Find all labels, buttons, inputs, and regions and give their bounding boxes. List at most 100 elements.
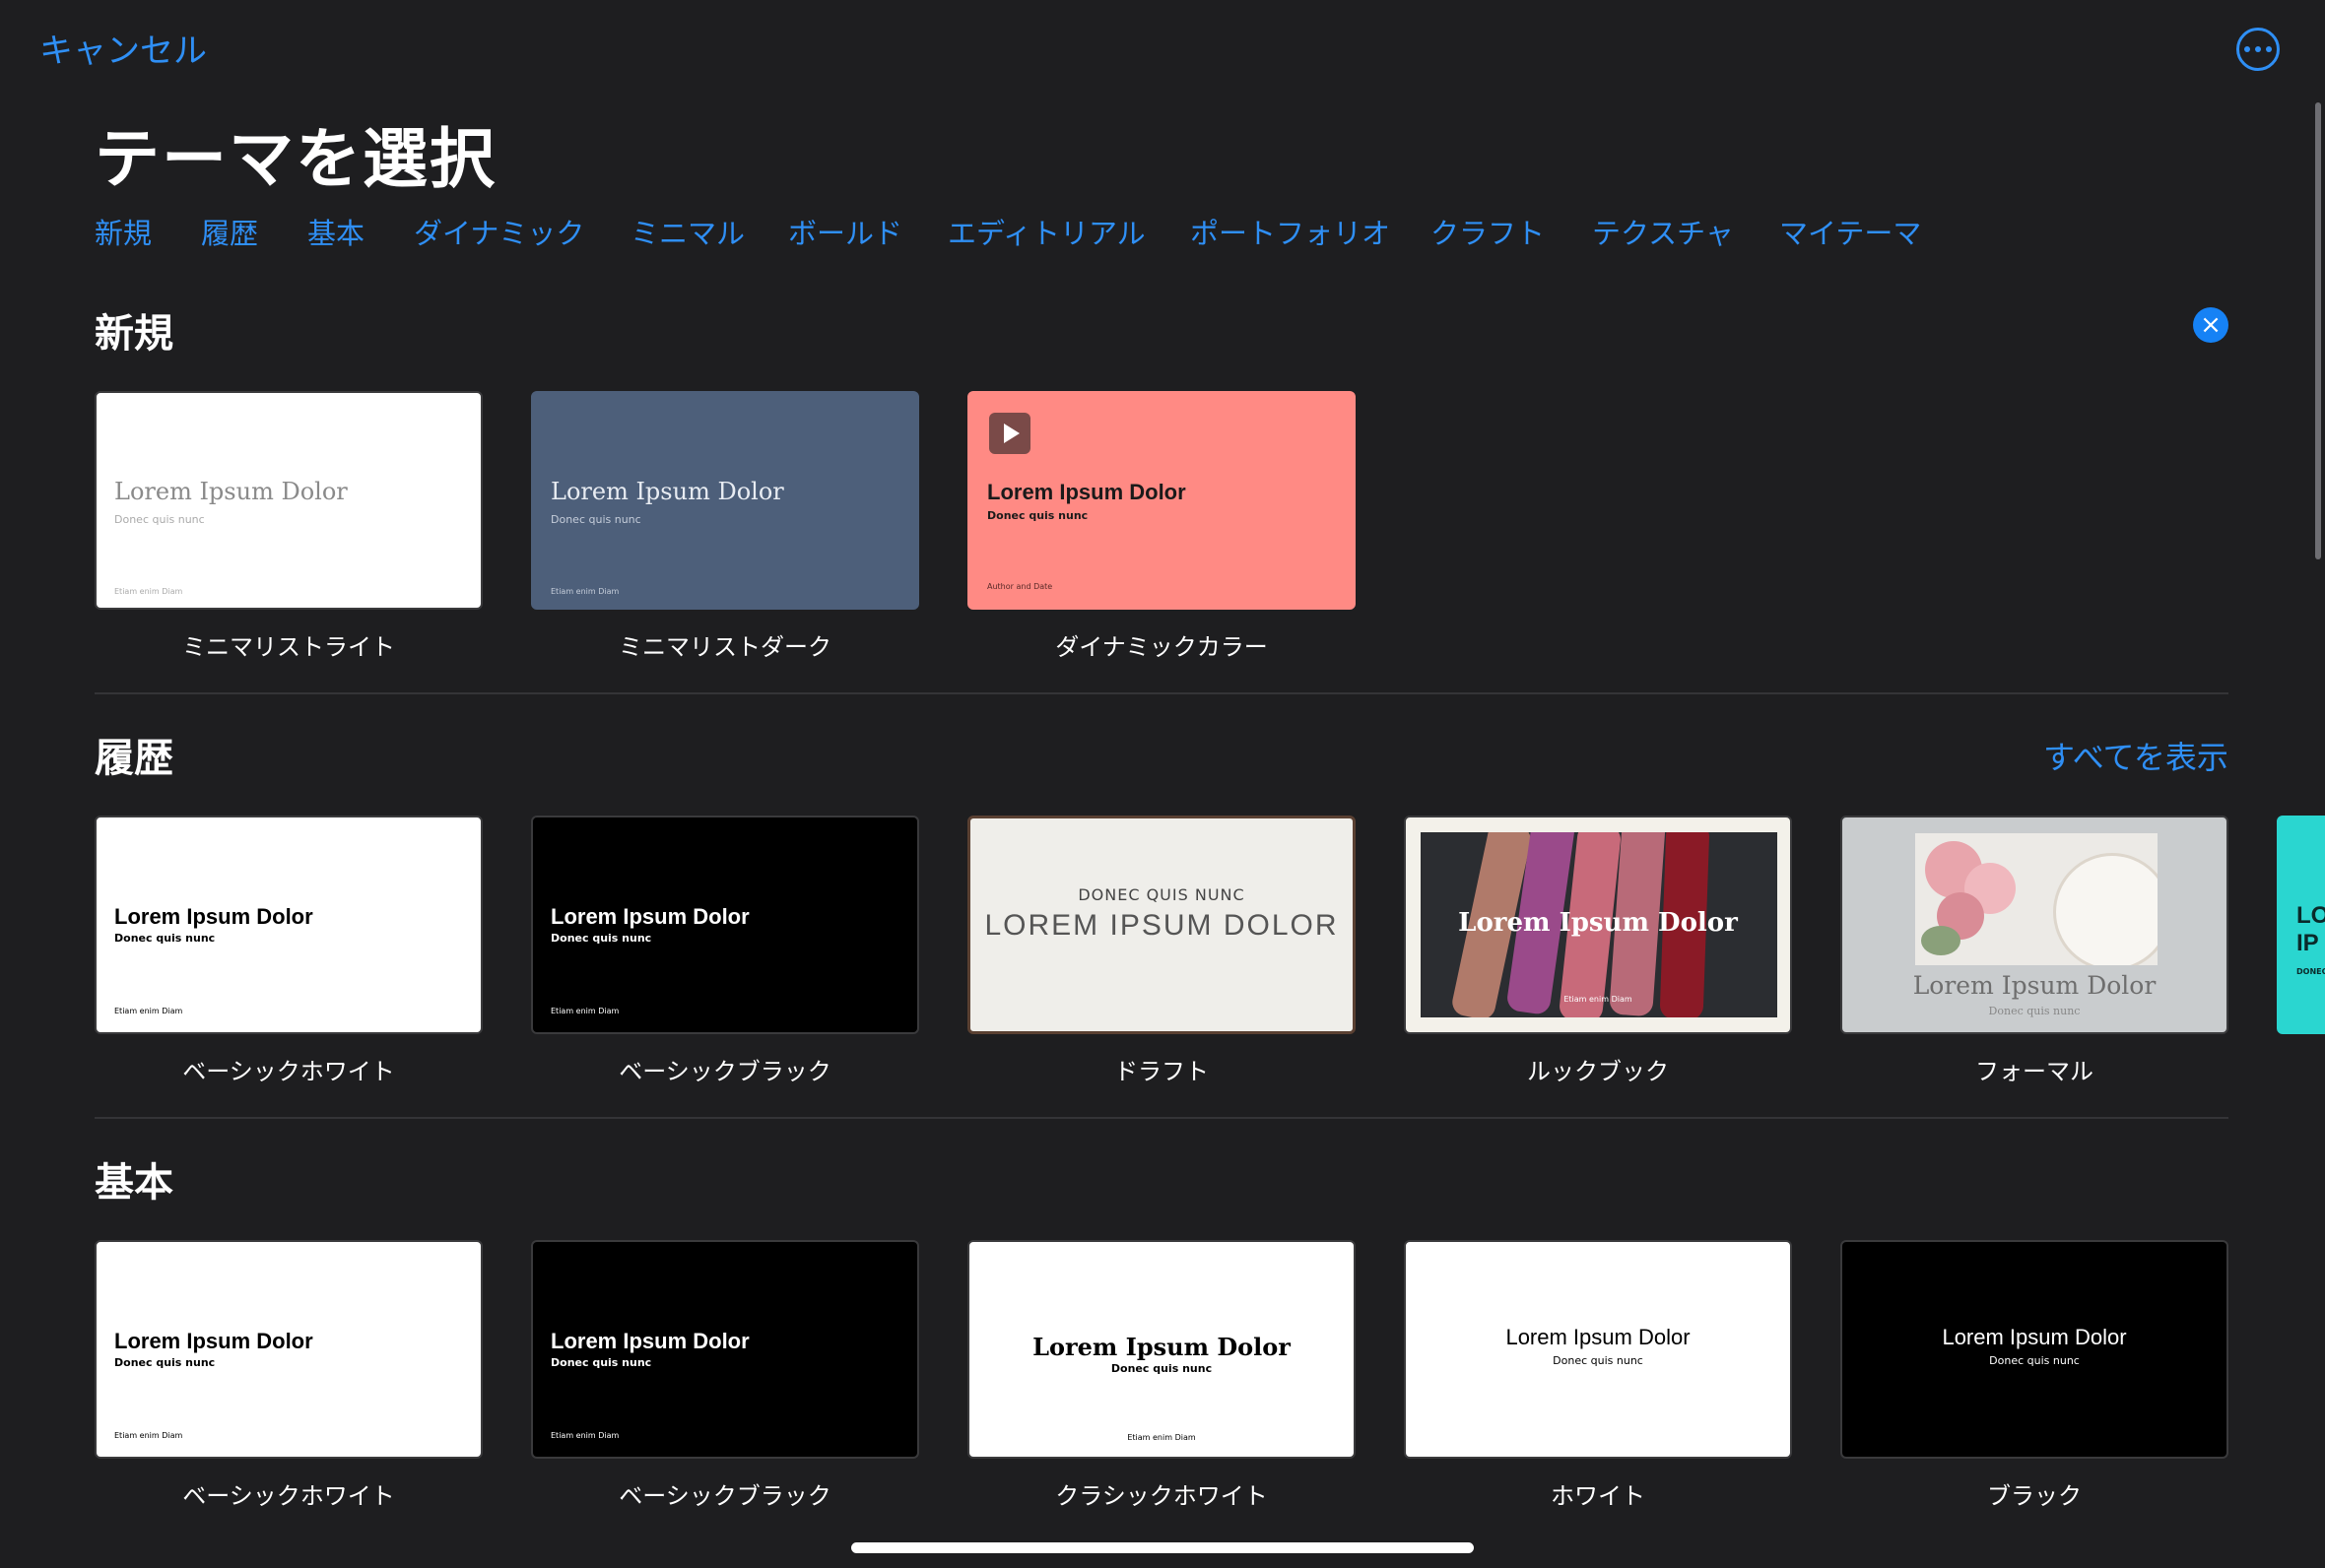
- theme-card-dynamic-color[interactable]: Lorem Ipsum Dolor Donec quis nunc Author…: [967, 391, 1356, 661]
- theme-thumbnail: Lorem Ipsum Dolor Donec quis nunc: [1840, 816, 2228, 1034]
- theme-card-draft[interactable]: DONEC QUIS NUNC LOREM IPSUM DOLOR ドラフト: [967, 816, 1356, 1085]
- theme-name: ドラフト: [1114, 1058, 1209, 1085]
- thumb-title: Lorem Ipsum Dolor: [1942, 1325, 2127, 1349]
- section-divider: [95, 692, 2228, 694]
- theme-name: ブラック: [1987, 1482, 2082, 1510]
- thumb-title: Lorem Ipsum Dolor: [987, 480, 1186, 504]
- theme-thumbnail: Lorem Ipsum Dolor Donec quis nunc: [1404, 1240, 1792, 1459]
- theme-card-white[interactable]: Lorem Ipsum Dolor Donec quis nunc ホワイト: [1404, 1240, 1792, 1510]
- tab-dynamic[interactable]: ダイナミック: [414, 211, 584, 252]
- thumb-title: Lorem Ipsum Dolor: [551, 478, 784, 505]
- theme-card-formal[interactable]: Lorem Ipsum Dolor Donec quis nunc フォーマル: [1840, 816, 2228, 1085]
- theme-name: フォーマル: [1975, 1058, 2093, 1085]
- thumb-footer: Etiam enim Diam: [551, 1007, 620, 1015]
- tab-basic[interactable]: 基本: [307, 211, 365, 252]
- home-indicator[interactable]: [851, 1542, 1474, 1553]
- section-divider: [95, 1117, 2228, 1119]
- scrollbar[interactable]: [2315, 102, 2321, 559]
- tab-new[interactable]: 新規: [95, 211, 152, 252]
- thumb-footer: Author and Date: [987, 582, 1053, 591]
- thumb-title: LOREM IPSUM DOLOR: [984, 909, 1339, 942]
- thumb-title: Lorem Ipsum Dolor: [114, 1329, 313, 1353]
- theme-card-black[interactable]: Lorem Ipsum Dolor Donec quis nunc ブラック: [1840, 1240, 2228, 1510]
- tab-portfolio[interactable]: ポートフォリオ: [1190, 211, 1390, 252]
- thumb-subtitle: Donec quis nunc: [114, 932, 216, 945]
- thumb-title: Lorem Ipsum Dolor: [551, 904, 750, 929]
- xmark-circle-icon[interactable]: ×: [2193, 307, 2228, 343]
- theme-name: クラシックホワイト: [1055, 1482, 1268, 1510]
- thumb-footer: Etiam enim Diam: [1563, 995, 1632, 1004]
- thumb-title: LO IP: [2296, 902, 2325, 956]
- thumb-subtitle: Donec quis nunc: [114, 513, 205, 526]
- theme-name: ホワイト: [1551, 1482, 1645, 1510]
- flowers-photo: [1915, 833, 2158, 965]
- cancel-button[interactable]: キャンセル: [39, 24, 207, 72]
- theme-card-basic-white[interactable]: Lorem Ipsum Dolor Donec quis nunc Etiam …: [95, 816, 483, 1085]
- section-title-new: 新規: [95, 311, 173, 357]
- thumb-subtitle: Donec quis nunc: [551, 513, 641, 526]
- tab-minimal[interactable]: ミニマル: [631, 211, 745, 252]
- theme-card-basic-white[interactable]: Lorem Ipsum Dolor Donec quis nunc Etiam …: [95, 1240, 483, 1510]
- section-title-recent: 履歴: [95, 736, 173, 781]
- thumb-subtitle: DONEC: [2296, 967, 2325, 976]
- theme-name: ベーシックホワイト: [182, 1482, 395, 1510]
- tab-my-themes[interactable]: マイテーマ: [1779, 211, 1921, 252]
- thumb-footer: Etiam enim Diam: [1127, 1433, 1196, 1442]
- theme-card-partial[interactable]: LO IP DONEC: [2277, 816, 2325, 1034]
- thumb-footer: Etiam enim Diam: [114, 587, 183, 596]
- thumb-subtitle: Donec quis nunc: [987, 509, 1089, 522]
- thumb-title: Lorem Ipsum Dolor: [1912, 971, 2157, 1000]
- thumb-subtitle: Donec quis nunc: [551, 932, 652, 945]
- theme-thumbnail: LO IP DONEC: [2277, 816, 2325, 1034]
- theme-thumbnail: Lorem Ipsum Dolor Donec quis nunc Etiam …: [531, 816, 919, 1034]
- theme-card-basic-black[interactable]: Lorem Ipsum Dolor Donec quis nunc Etiam …: [531, 1240, 919, 1510]
- theme-card-basic-black[interactable]: Lorem Ipsum Dolor Donec quis nunc Etiam …: [531, 816, 919, 1085]
- play-icon[interactable]: [989, 413, 1030, 454]
- tab-texture[interactable]: テクスチャ: [1592, 211, 1734, 252]
- theme-thumbnail: Lorem Ipsum Dolor Donec quis nunc Etiam …: [95, 1240, 483, 1459]
- theme-card-minimalist-light[interactable]: Lorem Ipsum Dolor Donec quis nunc Etiam …: [95, 391, 483, 661]
- thumb-title: Lorem Ipsum Dolor: [551, 1329, 750, 1353]
- theme-thumbnail: DONEC QUIS NUNC LOREM IPSUM DOLOR: [967, 816, 1356, 1034]
- thumb-footer: Etiam enim Diam: [551, 587, 620, 596]
- theme-name: ミニマリストライト: [182, 633, 395, 661]
- thumb-footer: Etiam enim Diam: [114, 1007, 183, 1015]
- thumb-subtitle: Donec quis nunc: [1553, 1354, 1643, 1367]
- theme-name: ダイナミックカラー: [1055, 633, 1268, 661]
- thumb-subtitle: Donec quis nunc: [1989, 1354, 2080, 1367]
- show-all-button[interactable]: すべてを表示: [2043, 733, 2228, 778]
- theme-name: ベーシックブラック: [619, 1482, 831, 1510]
- thumb-footer: Etiam enim Diam: [551, 1431, 620, 1440]
- theme-card-minimalist-dark[interactable]: Lorem Ipsum Dolor Donec quis nunc Etiam …: [531, 391, 919, 661]
- theme-name: ベーシックホワイト: [182, 1058, 395, 1085]
- tab-editorial[interactable]: エディトリアル: [948, 211, 1146, 252]
- theme-chooser: キャンセル テーマを選択 新規 履歴 基本 ダイナミック ミニマル ボールド エ…: [0, 0, 2325, 1568]
- theme-thumbnail: Lorem Ipsum Dolor Donec quis nunc Etiam …: [531, 391, 919, 610]
- thumb-subtitle: Donec quis nunc: [1988, 1005, 2081, 1017]
- theme-name: ルックブック: [1527, 1058, 1669, 1085]
- theme-thumbnail: Lorem Ipsum Dolor Donec quis nunc Author…: [967, 391, 1356, 610]
- thumb-subtitle: Donec quis nunc: [551, 1356, 652, 1369]
- thumb-footer: Etiam enim Diam: [114, 1431, 183, 1440]
- thumb-title: Lorem Ipsum Dolor: [1458, 908, 1738, 938]
- tab-craft[interactable]: クラフト: [1430, 211, 1545, 252]
- section-title-basic: 基本: [95, 1160, 173, 1206]
- thumb-title: Lorem Ipsum Dolor: [1032, 1333, 1291, 1361]
- theme-card-lookbook[interactable]: Lorem Ipsum Dolor Etiam enim Diam ルックブック: [1404, 816, 1792, 1085]
- theme-thumbnail: Lorem Ipsum Dolor Donec quis nunc: [1840, 1240, 2228, 1459]
- thumb-title: Lorem Ipsum Dolor: [1505, 1325, 1691, 1349]
- thumb-subtitle: Donec quis nunc: [114, 1356, 216, 1369]
- theme-name: ミニマリストダーク: [619, 633, 831, 661]
- thumb-subtitle: DONEC QUIS NUNC: [1078, 885, 1245, 904]
- theme-thumbnail: Lorem Ipsum Dolor Donec quis nunc Etiam …: [95, 816, 483, 1034]
- tab-bold[interactable]: ボールド: [788, 211, 902, 252]
- thumb-title: Lorem Ipsum Dolor: [114, 478, 348, 505]
- theme-card-classic-white[interactable]: Lorem Ipsum Dolor Donec quis nunc Etiam …: [967, 1240, 1356, 1510]
- tab-recent[interactable]: 履歴: [201, 211, 258, 252]
- theme-thumbnail: Lorem Ipsum Dolor Etiam enim Diam: [1404, 816, 1792, 1034]
- theme-thumbnail: Lorem Ipsum Dolor Donec quis nunc Etiam …: [95, 391, 483, 610]
- theme-name: ベーシックブラック: [619, 1058, 831, 1085]
- thumb-subtitle: Donec quis nunc: [1110, 1362, 1213, 1375]
- ellipsis-circle-icon[interactable]: [2236, 28, 2280, 71]
- theme-thumbnail: Lorem Ipsum Dolor Donec quis nunc Etiam …: [967, 1240, 1356, 1459]
